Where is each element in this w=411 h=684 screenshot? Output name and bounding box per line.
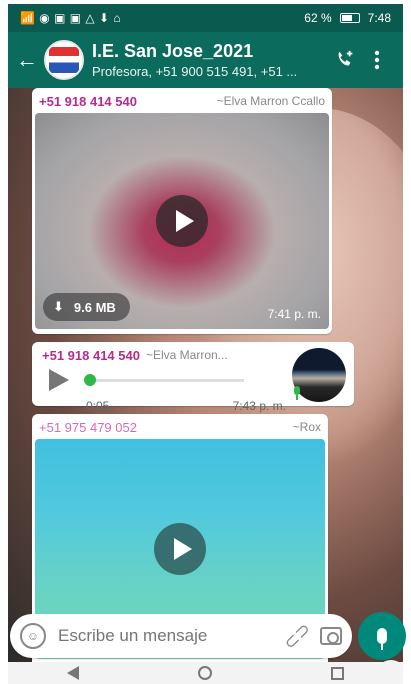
sender-phone[interactable]: +51 975 479 052 [39,420,137,435]
seek-handle[interactable] [84,373,96,386]
system-nav-bar [8,662,403,684]
menu-dots-icon[interactable] [361,40,393,80]
chat-subtitle: Profesora, +51 900 515 491, +51 ... [92,64,298,79]
chat-area[interactable]: +51 918 414 540 ~Elva Marron Ccallo ⬇ 9.… [8,88,403,662]
attach-icon[interactable]: ⊂⊃ [279,618,316,655]
download-button[interactable]: ⬇ 9.6 MB [43,293,130,321]
play-icon[interactable] [46,367,72,393]
video-thumbnail[interactable]: ⬇ 9.6 MB 7:41 p. m. [35,113,329,329]
mic-icon [292,386,302,400]
message-time: 7:43 p. m. [232,399,286,413]
chat-title: I.E. San Jose_2021 [92,41,254,61]
audio-seekbar[interactable] [84,373,244,386]
emoji-icon[interactable]: ☺ [20,623,46,649]
nav-recents-icon[interactable] [330,666,344,680]
status-bar: 📶 ◉ ▣ ▣ △ ⬇ ⌂ 62 % 7:48 [8,4,403,32]
message-composer[interactable]: ☺ ⊂⊃ [10,614,352,658]
sender-alias: ~Elva Marron Ccallo [216,94,325,108]
battery-icon [339,13,360,23]
message-video-1[interactable]: +51 918 414 540 ~Elva Marron Ccallo ⬇ 9.… [32,88,332,334]
add-call-icon[interactable] [329,40,361,80]
chat-title-area[interactable]: I.E. San Jose_2021 Profesora, +51 900 51… [92,41,329,79]
message-audio[interactable]: +51 918 414 540 ~Elva Marron... 0:05 7:4… [32,342,354,413]
clock: 7:48 [367,11,391,25]
audio-duration: 0:05 [86,399,110,413]
play-icon[interactable] [154,523,206,575]
message-input[interactable] [58,626,284,646]
sender-phone[interactable]: +51 918 414 540 [39,94,137,109]
sender-phone[interactable]: +51 918 414 540 [42,348,140,363]
nav-home-icon[interactable] [197,666,212,680]
chat-header: ← I.E. San Jose_2021 Profesora, +51 900 … [8,32,403,88]
status-icons: 📶 ◉ ▣ ▣ △ ⬇ ⌂ [20,11,122,25]
sender-alias: ~Elva Marron... [145,348,228,362]
sender-alias: ~Rox [292,420,321,434]
voice-record-button[interactable] [358,612,406,660]
play-icon[interactable] [156,195,208,247]
nav-back-icon[interactable] [67,666,80,680]
message-time: 7:41 p. m. [267,307,321,321]
mic-icon [377,628,387,650]
school-crest-icon [49,47,79,73]
camera-icon[interactable] [320,627,342,645]
group-avatar[interactable] [44,40,84,80]
file-size: 9.6 MB [73,299,116,315]
back-arrow-icon[interactable]: ← [14,47,40,73]
battery-percent: 62 % [304,11,332,25]
download-icon: ⬇ [53,299,64,314]
